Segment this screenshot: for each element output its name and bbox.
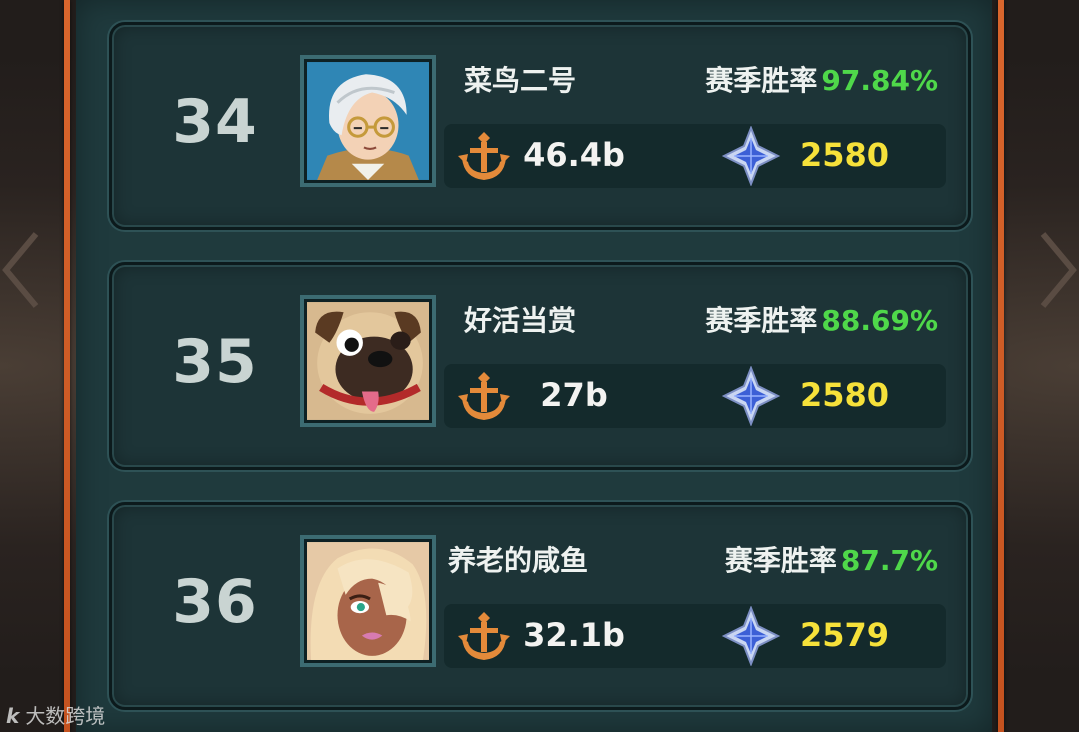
rank-number: 34	[172, 87, 258, 157]
frame-left	[64, 0, 70, 732]
left-arrow-icon	[2, 232, 39, 308]
winrate-value: 87.7%	[840, 544, 938, 577]
frame-right	[998, 0, 1004, 732]
ranking-card[interactable]: 35 好活当赏 赛季胜率 88.69% 27b 2580	[109, 262, 971, 470]
right-arrow-icon	[1040, 232, 1077, 308]
rank-number: 35	[172, 327, 258, 397]
blonde-woman-avatar[interactable]	[300, 535, 436, 667]
season-winrate: 赛季胜率 87.7%	[725, 539, 938, 579]
crystal-rank-icon	[721, 606, 781, 666]
winrate-value: 88.69%	[821, 304, 938, 337]
player-name: 菜鸟二号	[464, 64, 577, 97]
rank-score: 2580	[800, 376, 890, 414]
season-winrate: 赛季胜率 97.84%	[705, 59, 938, 99]
stats-bar: 32.1b 2579	[444, 604, 946, 668]
player-name: 好活当赏	[464, 304, 577, 337]
season-winrate: 赛季胜率 88.69%	[705, 299, 938, 339]
rank-score: 2580	[800, 136, 890, 174]
ranking-card[interactable]: 34 菜鸟二号 赛季胜率 97.84% 46.4b 2580	[109, 22, 971, 230]
stats-bar: 46.4b 2580	[444, 124, 946, 188]
gentleman-avatar[interactable]	[300, 55, 436, 187]
pug-avatar[interactable]	[300, 295, 436, 427]
winrate-value: 97.84%	[821, 64, 938, 97]
power-value: 46.4b	[523, 136, 625, 174]
watermark: k 大数跨境	[6, 700, 105, 729]
rank-score: 2579	[800, 616, 890, 654]
winrate-label: 赛季胜率	[705, 304, 818, 337]
watermark-logo: k	[6, 704, 20, 728]
leaderboard-screen: 34 菜鸟二号 赛季胜率 97.84% 46.4b 2580 35 好活当赏 赛…	[0, 0, 1079, 732]
power-value: 27b	[540, 376, 608, 414]
winrate-label: 赛季胜率	[705, 64, 818, 97]
crystal-rank-icon	[721, 366, 781, 426]
power-value: 32.1b	[523, 616, 625, 654]
ranking-card[interactable]: 36 养老的咸鱼 赛季胜率 87.7% 32.1b 2579	[109, 502, 971, 710]
rank-number: 36	[172, 567, 258, 637]
stats-bar: 27b 2580	[444, 364, 946, 428]
player-name: 养老的咸鱼	[448, 544, 589, 577]
crystal-rank-icon	[721, 126, 781, 186]
watermark-text: 大数跨境	[25, 704, 106, 728]
winrate-label: 赛季胜率	[724, 544, 837, 577]
